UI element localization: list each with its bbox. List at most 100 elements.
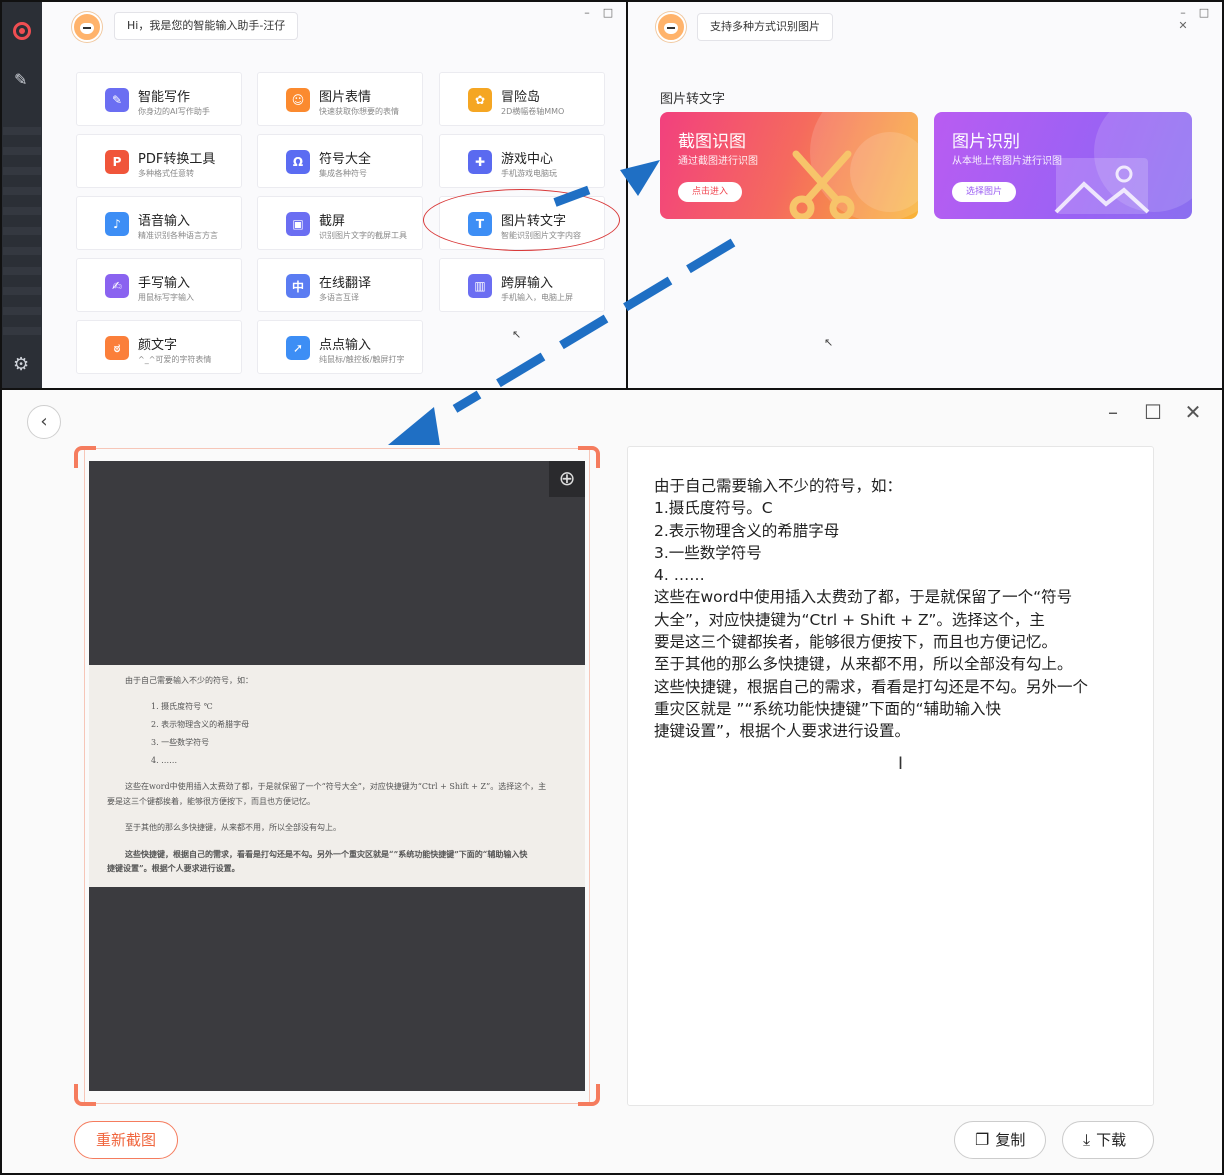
doc-item: 2. 表示物理含义的希腊字母 (151, 720, 250, 729)
writing-tool-icon[interactable]: ✎ (14, 70, 27, 89)
background-text-fragment (3, 247, 41, 255)
copy-label: 复制 (995, 1131, 1026, 1149)
doc-item: 1. 摄氏度符号 ℃ (151, 702, 213, 711)
background-text-fragment (3, 207, 41, 215)
retake-screenshot-button[interactable]: 重新截图 (74, 1121, 178, 1159)
tool-card[interactable]: Ω 符号大全 集成各种符号 (257, 134, 423, 188)
enter-screenshot-button[interactable]: 点击进入 (678, 182, 743, 202)
tool-card[interactable]: ▥ 跨屏输入 手机输入，电脑上屏 (439, 258, 605, 312)
text-cursor-icon: I (898, 754, 904, 774)
image-ocr-card[interactable]: 图片识别 从本地上传图片进行识图 选择图片 (934, 112, 1192, 219)
tool-card[interactable]: ✎ 智能写作 你身边的AI写作助手 (76, 72, 242, 126)
background-text-fragment (3, 287, 41, 295)
minimize-icon[interactable]: – (1102, 400, 1124, 424)
download-icon: ⤓ (1083, 1130, 1091, 1149)
tool-card[interactable]: ಠ 颜文字 ^_^可爱的字符表情 (76, 320, 242, 374)
recognized-text-line: 这些在word中使用插入太费劲了都，于是就保留了一个“符号 (654, 588, 1073, 607)
ocr-result-window: ‹ – ☐ ✕ ⊕ 由于自己需要输入不少的符号，如： 1. 摄氏度符号 ℃ 2. 表… (0, 388, 1224, 1175)
recognized-text-line: 1.摄氏度符号。C (654, 499, 773, 518)
close-icon[interactable]: ✕ (1182, 400, 1204, 424)
tool-card[interactable]: 中在线翻译 多语言互译 (257, 258, 423, 312)
recognized-text-line: 捷键设置”，根据个人要求进行设置。 (654, 722, 911, 741)
tool-card-title: 在线翻译 (319, 276, 372, 291)
tool-card-subtitle: 你身边的AI写作助手 (138, 107, 210, 116)
screenshot-ocr-card[interactable]: 截图识图 通过截图进行识图 点击进入 (660, 112, 918, 219)
image-to-text-window: 支持多种方式识别图片 – □✕ 图片转文字 截图识图 通过截图进行识图 点击进入 … (626, 0, 1224, 390)
tool-card-title: 冒险岛 (501, 90, 541, 105)
sidebar: ✎ ⚙ (2, 2, 42, 388)
recognized-text-area[interactable]: 由于自己需要输入不少的符号，如： 1.摄氏度符号。C 2.表示物理含义的希腊字母 3.… (627, 446, 1154, 1106)
background-text-fragment (3, 127, 41, 135)
ocr-header-label: 支持多种方式识别图片 (697, 13, 833, 41)
minimize-icon[interactable]: – (1177, 6, 1189, 19)
input-assistant-home-window: ✎ ⚙ Hi，我是您的智能输入助手-汪仔 – □ ✎ 智能写作 你身边的AI写作助手 ☺… (0, 0, 628, 390)
background-text-fragment (3, 167, 41, 175)
tool-card[interactable]: ✍ 手写输入 用鼠标写字输入 (76, 258, 242, 312)
recognized-text-line: 至于其他的那么多快捷键，从来都不用，所以全部没有勾上。 (654, 655, 1073, 674)
assistant-avatar (72, 12, 102, 42)
background-text-fragment (3, 227, 41, 235)
tool-card-subtitle: 手机游戏电脑玩 (501, 169, 557, 178)
tool-card-subtitle: 多语言互译 (319, 293, 359, 302)
picture-icon (1054, 158, 1150, 214)
tool-card-subtitle: 手机输入，电脑上屏 (501, 293, 573, 302)
tool-card-title: 手写输入 (138, 276, 191, 291)
chevron-left-icon: ‹ (40, 411, 48, 432)
tool-card-subtitle: 识别图片文字的截屏工具 (319, 231, 407, 240)
doc-paragraph: 捷键设置”。根据个人要求进行设置。 (107, 863, 240, 873)
recognized-text-line: 3.一些数学符号 (654, 543, 762, 562)
recognized-text-line: 由于自己需要输入不少的符号，如： (654, 477, 903, 495)
pen-icon: ✎ (105, 88, 129, 112)
tool-card[interactable]: ➚ 点点输入 纯鼠标/触控板/触屏打字 (257, 320, 423, 374)
tool-card[interactable]: ☺ 图片表情 快速获取你想要的表情 (257, 72, 423, 126)
tool-card[interactable]: ✿ 冒险岛 2D横幅卷轴MMO (439, 72, 605, 126)
tool-card-subtitle: 2D横幅卷轴MMO (501, 107, 565, 116)
mouse-cursor-icon: ↖ (512, 328, 522, 341)
download-label: 下载 (1096, 1131, 1127, 1149)
doc-item: 3. 一些数学符号 (151, 738, 210, 747)
recognized-text-line: 要是这三个键都挨者，能够很方便按下，而且也方便记忆。 (654, 633, 1058, 652)
tool-card-title: 语音输入 (138, 214, 191, 229)
tool-card-subtitle: 精准识别各种语言方言 (138, 231, 218, 240)
back-button[interactable]: ‹ (27, 405, 61, 439)
highlight-ellipse-annotation (423, 189, 620, 251)
emoticon-icon: ಠ (105, 336, 129, 360)
background-text-fragment (3, 187, 41, 195)
tool-card-subtitle: ^_^可爱的字符表情 (138, 355, 212, 364)
background-text-fragment (3, 147, 41, 155)
doc-intro: 由于自己需要输入不少的符号，如： (125, 676, 253, 685)
mouse-cursor-icon: ↖ (824, 336, 834, 349)
download-button[interactable]: ⤓ 下载 (1062, 1121, 1154, 1159)
doc-paragraph: 至于其他的那么多快捷键，从来都不用，所以全部没有勾上。 (125, 823, 341, 832)
maximize-icon[interactable]: □ (602, 6, 614, 19)
zoom-in-icon[interactable]: ⊕ (549, 461, 585, 497)
tool-card-title: PDF转换工具 (138, 152, 216, 167)
close-icon[interactable]: ✕ (1177, 19, 1189, 32)
app-logo-icon[interactable] (13, 22, 31, 40)
background-text-fragment (3, 327, 41, 335)
tool-card[interactable]: ♪ 语音输入精准识别各种语言方言 (76, 196, 242, 250)
microphone-icon: ♪ (105, 212, 129, 236)
copy-button[interactable]: ❐ 复制 (954, 1121, 1046, 1159)
tool-card[interactable]: P PDF转换工具 多种格式任意转 (76, 134, 242, 188)
select-image-button[interactable]: 选择图片 (952, 182, 1017, 202)
tool-card-subtitle: 集成各种符号 (319, 169, 367, 178)
mushroom-game-icon: ✿ (468, 88, 492, 112)
arrow-head-icon (388, 407, 440, 445)
captured-image-preview: ⊕ 由于自己需要输入不少的符号，如： 1. 摄氏度符号 ℃ 2. 表示物理含义的… (89, 461, 585, 1091)
window-controls: – □ ✕ (1168, 6, 1222, 32)
doc-paragraph: 这些快捷键，根据自己的需求，看看是打勾还是不勾。另外一个重灾区就是“”系统功能快… (125, 849, 528, 859)
image-ocr-title: 图片识别 (952, 132, 1020, 152)
maximize-icon[interactable]: ☐ (1142, 400, 1164, 424)
settings-gear-icon[interactable]: ⚙ (13, 354, 29, 375)
minimize-icon[interactable]: – (581, 6, 593, 19)
gamepad-icon: ✚ (468, 150, 492, 174)
window-controls: – □ (572, 6, 614, 19)
tool-card-title: 截屏 (319, 214, 346, 229)
tool-card[interactable]: ▣ 截屏 识别图片文字的截屏工具 (257, 196, 423, 250)
pointer-icon: ➚ (286, 336, 310, 360)
maximize-icon[interactable]: □ (1198, 6, 1210, 19)
tool-card-title: 颜文字 (138, 338, 178, 353)
recognized-text-line: 2.表示物理含义的希腊字母 (654, 521, 840, 540)
tool-card[interactable]: ✚ 游戏中心 手机游戏电脑玩 (439, 134, 605, 188)
